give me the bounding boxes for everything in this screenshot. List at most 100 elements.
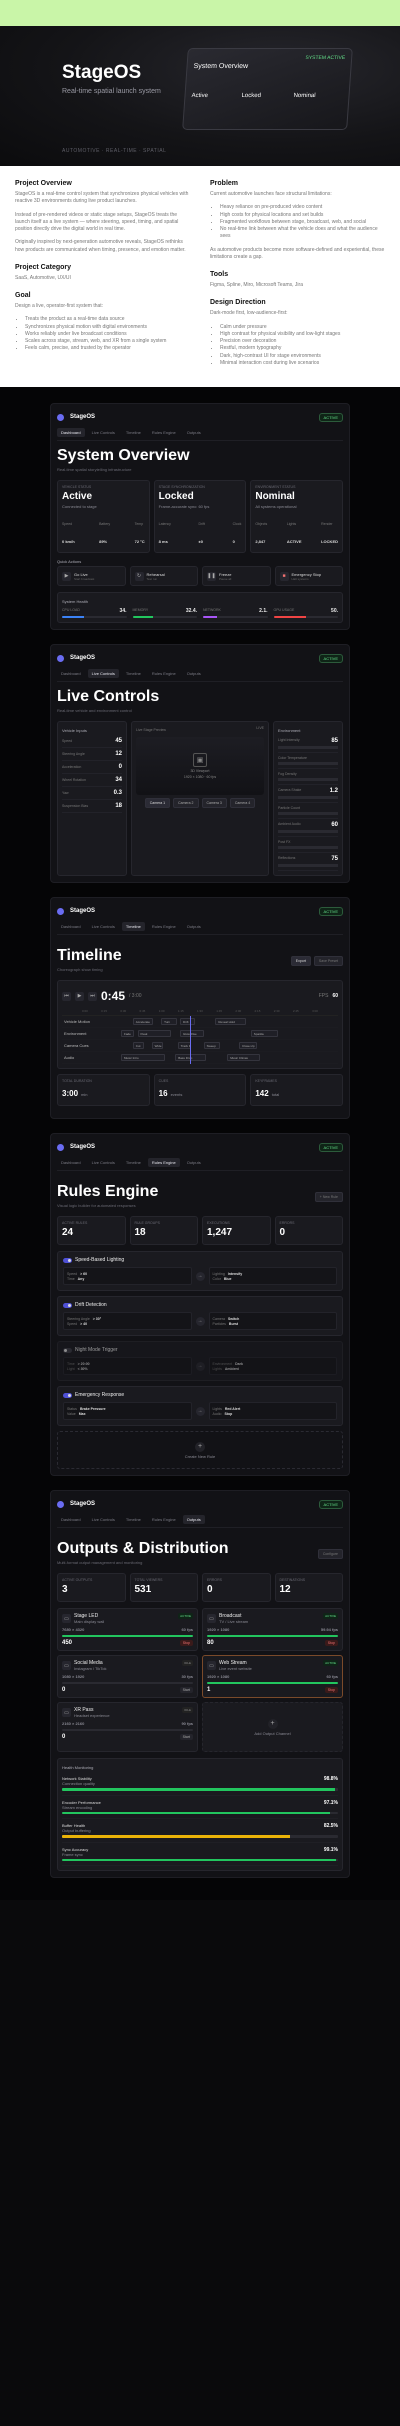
tab-outputs[interactable]: Outputs <box>183 428 205 437</box>
vehicle-input-row[interactable]: Yaw 0.3 <box>62 787 122 800</box>
tab-timeline[interactable]: Timeline <box>121 922 145 931</box>
tab-dashboard[interactable]: Dashboard <box>57 669 85 678</box>
rule-toggle[interactable] <box>63 1392 72 1398</box>
start-button[interactable]: Start <box>179 1687 193 1693</box>
output-stats: ACTIVE OUTPUTS 3 TOTAL VIEWERS 531 ERRORS 0 DE… <box>57 1573 343 1602</box>
timeline-stats: TOTAL DURATION 3:00 min CUES 16 events KEYFRAM… <box>57 1074 344 1106</box>
tab-dashboard[interactable]: Dashboard <box>57 1158 85 1167</box>
tab-timeline[interactable]: Timeline <box>122 428 145 437</box>
start-button[interactable]: Start <box>179 1734 193 1740</box>
timeline-clip[interactable]: Sparkle <box>250 1030 279 1037</box>
vehicle-input-row[interactable]: Steering Angle 12 <box>62 748 122 761</box>
vehicle-input-row[interactable]: Wheel Rotation 34 <box>62 774 122 787</box>
camera-4-button[interactable]: Camera 4 <box>229 798 256 808</box>
freeze-button[interactable]: ❚❚ Freeze Pause all <box>202 566 271 586</box>
timeline-clip[interactable]: Music Climax <box>227 1054 261 1061</box>
tab-live-controls[interactable]: Live Controls <box>88 428 119 437</box>
tab-rules-engine[interactable]: Rules Engine <box>148 428 180 437</box>
add-output-button[interactable]: + Add Output Channel <box>202 1702 343 1752</box>
timeline-clip[interactable]: Close-Up <box>239 1042 257 1049</box>
timeline-clip[interactable]: Fade <box>121 1030 135 1037</box>
env-slider[interactable] <box>278 864 338 867</box>
tab-outputs[interactable]: Outputs <box>183 669 205 678</box>
rule-toggle[interactable] <box>63 1302 72 1308</box>
rule-toggle[interactable] <box>63 1257 72 1263</box>
stop-button[interactable]: Stop <box>324 1687 338 1693</box>
tab-dashboard[interactable]: Dashboard <box>57 922 85 931</box>
problem-text: Current automotive launches face structu… <box>210 191 332 197</box>
tab-live-controls[interactable]: Live Controls <box>87 669 119 678</box>
tab-outputs[interactable]: Outputs <box>183 922 205 931</box>
logo-icon <box>57 654 64 662</box>
env-slider[interactable] <box>278 762 338 765</box>
stop-button[interactable]: Stop <box>324 1640 338 1646</box>
tab-timeline[interactable]: Timeline <box>122 1158 145 1167</box>
env-slider[interactable] <box>278 778 338 781</box>
tab-outputs[interactable]: Outputs <box>182 1515 205 1524</box>
page-title: Timeline <box>57 947 122 964</box>
rule-toggle[interactable] <box>63 1347 72 1353</box>
tab-rules-engine[interactable]: Rules Engine <box>148 669 180 678</box>
go-live-button[interactable]: ▶ Go Live Start broadcast <box>57 566 126 586</box>
environment-panel: Environment Light Intensity 85 Color Tempe… <box>273 721 343 876</box>
save-preset-button[interactable]: Save Preset <box>313 955 343 966</box>
timeline-clip[interactable]: Turn <box>161 1018 177 1025</box>
tab-timeline[interactable]: Timeline <box>122 669 145 678</box>
tab-live-controls[interactable]: Live Controls <box>88 1515 119 1524</box>
export-button[interactable]: Export <box>290 955 311 966</box>
stage-viewport[interactable]: ▣ 3D Viewport 1920 × 1080 · 60 fps <box>136 737 264 795</box>
play-icon[interactable]: ▶ <box>75 991 84 1001</box>
vehicle-input-row[interactable]: Speed 45 <box>62 735 122 748</box>
output-fps: 59.94 fps <box>320 1627 338 1632</box>
condition-key: Status <box>67 1407 77 1411</box>
timeline-clip[interactable]: Reveal Hold <box>215 1018 247 1025</box>
timeline-clip[interactable]: Accelerate <box>132 1018 153 1025</box>
output-fps: 60 fps <box>326 1674 338 1679</box>
refresh-icon: ↻ <box>134 571 144 581</box>
rule-stat-card: ERRORS 0 <box>274 1216 343 1245</box>
tab-timeline[interactable]: Timeline <box>122 1515 145 1524</box>
status-badge: ACTIVE <box>318 412 343 422</box>
create-rule-button[interactable]: + Create New Rule <box>57 1431 343 1469</box>
emergency-stop-button[interactable]: ■ Emergency Stop Halt systems <box>274 566 343 586</box>
configure-button[interactable]: Configure <box>317 1548 343 1559</box>
transport-bar: ⏮ ▶ ⏭ 0:45 / 3:00 FPS 60 <box>62 989 338 1003</box>
tab-live-controls[interactable]: Live Controls <box>88 922 119 931</box>
rehearsal-button[interactable]: ↻ Rehearsal Test run <box>129 566 198 586</box>
timeline-clip[interactable]: Track R <box>177 1042 191 1049</box>
env-slider[interactable] <box>278 812 338 815</box>
timeline-track: Camera Cues Cut Wide Track R Sweep Close-Up <box>62 1040 338 1052</box>
tab-rules-engine[interactable]: Rules Engine <box>148 922 180 931</box>
stop-button[interactable]: Stop <box>179 1640 193 1646</box>
timeline-clip[interactable]: Drift <box>180 1018 196 1025</box>
playhead[interactable] <box>190 1016 191 1064</box>
vehicle-input-row[interactable]: Suspension Bias 18 <box>62 800 122 813</box>
env-slider[interactable] <box>278 846 338 849</box>
tab-live-controls[interactable]: Live Controls <box>88 1158 119 1167</box>
timeline-clip[interactable]: Wide <box>151 1042 163 1049</box>
action-sub: Pause all <box>219 576 232 581</box>
timeline-clip[interactable]: Cut <box>132 1042 144 1049</box>
tab-dashboard[interactable]: Dashboard <box>57 428 85 437</box>
stat-value: 18 <box>134 1227 146 1238</box>
timeline-clip[interactable]: Sweep <box>203 1042 221 1049</box>
skip-forward-icon[interactable]: ⏭ <box>88 991 97 1001</box>
tab-dashboard[interactable]: Dashboard <box>57 1515 85 1524</box>
env-slider[interactable] <box>278 830 338 833</box>
env-slider[interactable] <box>278 746 338 749</box>
tab-outputs[interactable]: Outputs <box>183 1158 205 1167</box>
tab-rules-engine[interactable]: Rules Engine <box>148 1515 180 1524</box>
timeline-clip[interactable]: Glow Rise <box>180 1030 205 1037</box>
timeline-clip[interactable]: Peak <box>137 1030 171 1037</box>
env-slider[interactable] <box>278 796 338 799</box>
camera-3-button[interactable]: Camera 3 <box>201 798 227 808</box>
skip-back-icon[interactable]: ⏮ <box>62 991 71 1001</box>
timeline-clip[interactable]: Music Intro <box>121 1054 165 1061</box>
tab-rules-engine[interactable]: Rules Engine <box>147 1158 180 1167</box>
vehicle-input-row[interactable]: Acceleration 0 <box>62 761 122 774</box>
camera-2-button[interactable]: Camera 2 <box>173 798 199 808</box>
direction-item: Dark, high-contrast UI for stage environ… <box>220 353 385 360</box>
camera-1-button[interactable]: Camera 1 <box>144 798 171 808</box>
new-rule-button[interactable]: + New Rule <box>314 1191 343 1202</box>
health-desc: Output buffering <box>62 1828 91 1833</box>
